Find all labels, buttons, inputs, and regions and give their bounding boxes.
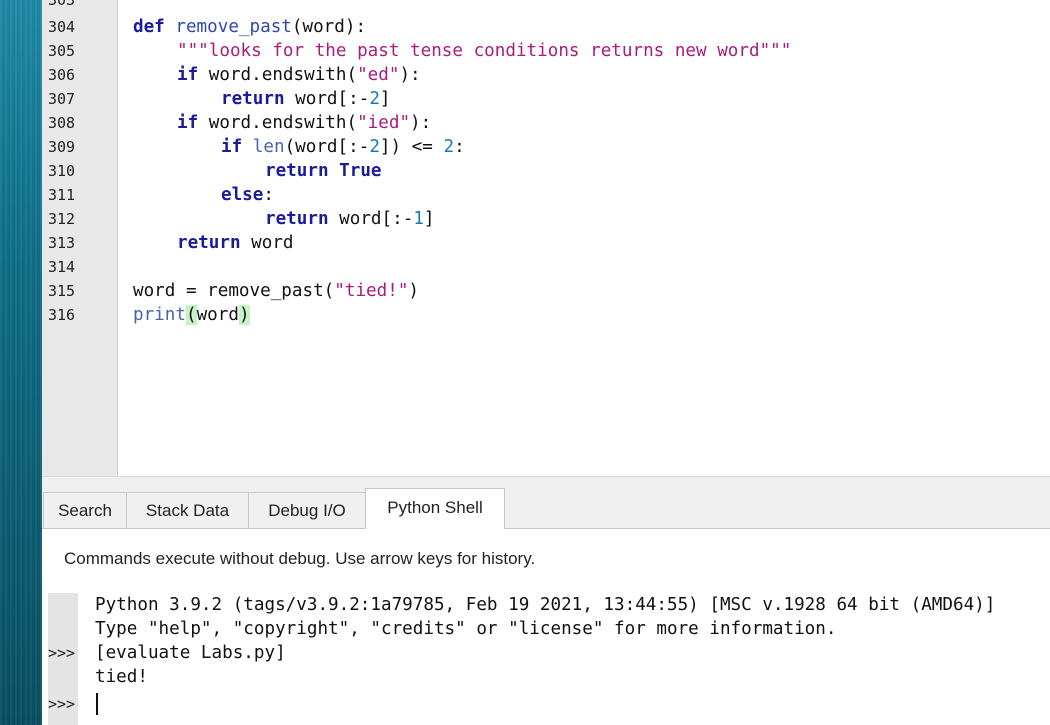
line-number: 307 bbox=[48, 90, 76, 108]
tab-stack-data[interactable]: Stack Data bbox=[126, 492, 249, 528]
tab-python-shell[interactable]: Python Shell bbox=[365, 488, 505, 529]
matched-bracket: ( bbox=[185, 305, 197, 325]
line-number: 315 bbox=[48, 282, 76, 300]
code-line[interactable]: word = remove_past("tied!") bbox=[133, 279, 419, 303]
line-number: 308 bbox=[48, 114, 76, 132]
shell-output-line: tied! bbox=[95, 667, 148, 687]
gutter-divider bbox=[117, 0, 118, 476]
matched-bracket: ) bbox=[238, 305, 250, 325]
tab-search[interactable]: Search bbox=[43, 492, 127, 528]
shell-prompt: >>> bbox=[48, 644, 76, 662]
python-shell-panel[interactable]: Commands execute without debug. Use arro… bbox=[42, 529, 1050, 725]
shell-hint-text: Commands execute without debug. Use arro… bbox=[64, 549, 536, 568]
code-line[interactable]: return word[:-1] bbox=[265, 207, 435, 231]
shell-output-line: Type "help", "copyright", "credits" or "… bbox=[95, 619, 837, 639]
code-line[interactable]: return True bbox=[265, 159, 382, 183]
line-number: 316 bbox=[48, 306, 76, 324]
code-editor[interactable]: 303 304 305 306 307 308 309 310 311 312 … bbox=[42, 0, 1050, 482]
desktop-background bbox=[0, 0, 42, 725]
line-number: 304 bbox=[48, 18, 76, 36]
code-line[interactable]: return word[:-2] bbox=[221, 87, 391, 111]
line-number: 314 bbox=[48, 258, 76, 276]
line-number-gutter: 303 304 305 306 307 308 309 310 311 312 … bbox=[42, 0, 117, 476]
code-line[interactable]: if word.endswith("ied"): bbox=[177, 111, 431, 135]
code-line[interactable]: return word bbox=[177, 231, 294, 255]
line-number: 313 bbox=[48, 234, 76, 252]
shell-output-line: [evaluate Labs.py] bbox=[95, 643, 286, 663]
code-line[interactable]: else: bbox=[221, 183, 274, 207]
line-number: 306 bbox=[48, 66, 76, 84]
line-number: 312 bbox=[48, 210, 76, 228]
line-number: 309 bbox=[48, 138, 76, 156]
shell-output-line: Python 3.9.2 (tags/v3.9.2:1a79785, Feb 1… bbox=[95, 595, 996, 615]
line-number: 305 bbox=[48, 42, 76, 60]
tool-panel-tabbar: Search Stack Data Debug I/O Python Shell bbox=[42, 482, 1050, 529]
line-number: 311 bbox=[48, 186, 76, 204]
shell-prompt: >>> bbox=[48, 695, 76, 713]
code-line[interactable]: def remove_past(word): bbox=[133, 15, 366, 39]
code-line[interactable]: print(word) bbox=[133, 303, 250, 327]
text-cursor[interactable] bbox=[96, 693, 98, 715]
line-number: 303 bbox=[48, 0, 76, 9]
line-number: 310 bbox=[48, 162, 76, 180]
code-line[interactable]: if word.endswith("ed"): bbox=[177, 63, 421, 87]
code-line[interactable]: if len(word[:-2]) <= 2: bbox=[221, 135, 465, 159]
tab-debug-io[interactable]: Debug I/O bbox=[248, 492, 366, 528]
code-line[interactable]: """looks for the past tense conditions r… bbox=[177, 39, 791, 63]
